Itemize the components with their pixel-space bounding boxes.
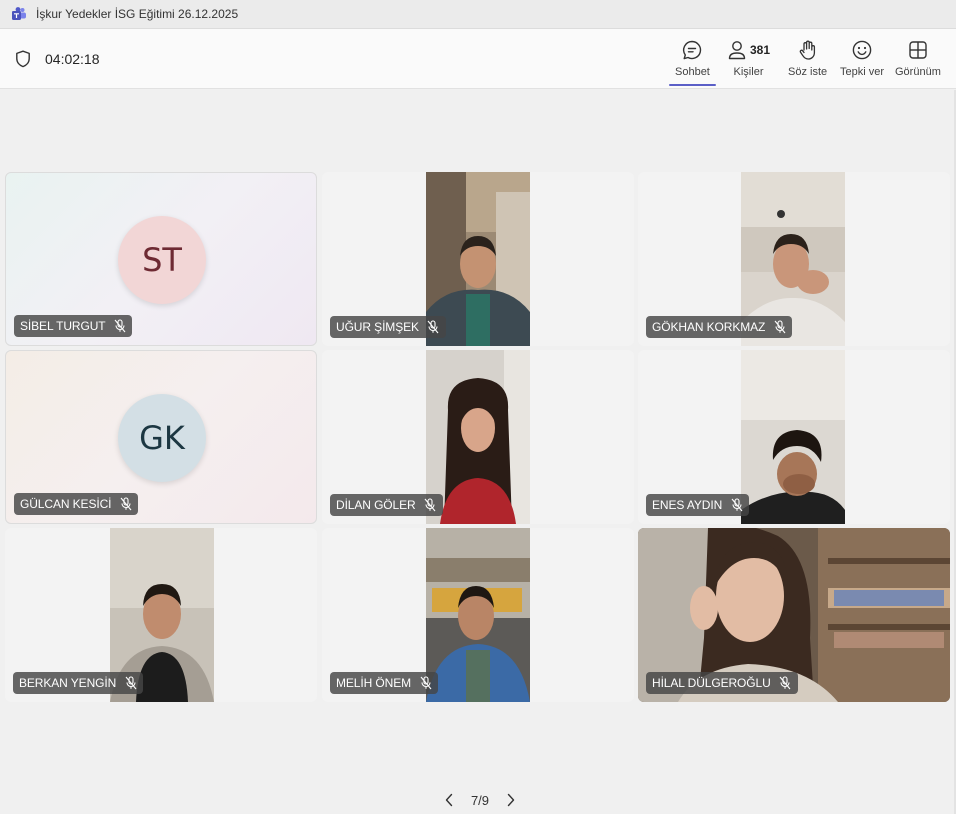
participant-tile[interactable]: ST SİBEL TURGUT [5,172,317,346]
participant-name: UĞUR ŞİMŞEK [336,320,419,334]
participant-tile[interactable]: DİLAN GÖLER [322,350,634,524]
chat-button[interactable]: Sohbet [669,38,716,86]
meeting-timer: 04:02:18 [45,51,100,67]
name-tag: ENES AYDIN [646,494,750,516]
prev-page-icon[interactable] [440,791,458,809]
grid-view-icon [907,38,929,62]
mic-off-icon [779,676,792,690]
video-feed [426,528,530,702]
mic-off-icon [419,676,432,690]
gallery-pager: 7/9 [440,790,520,810]
title-bar: İşkur Yedekler İSG Eğitimi 26.12.2025 [0,0,956,29]
name-tag: DİLAN GÖLER [330,494,443,516]
smiley-icon [851,38,873,62]
participant-name: ENES AYDIN [652,498,723,512]
participant-name: GÜLCAN KESİCİ [20,497,112,511]
view-button[interactable]: Görünüm [895,38,941,86]
window-title: İşkur Yedekler İSG Eğitimi 26.12.2025 [36,7,239,21]
people-icon [728,41,746,60]
teams-icon [11,6,27,22]
avatar: GK [118,394,206,482]
participant-tile[interactable]: HİLAL DÜLGEROĞLU [638,528,950,702]
participant-tile[interactable]: GÖKHAN KORKMAZ [638,172,950,346]
participant-tile[interactable]: MELİH ÖNEM [322,528,634,702]
name-tag: HİLAL DÜLGEROĞLU [646,672,798,694]
name-tag: GÖKHAN KORKMAZ [646,316,793,338]
participant-name: MELİH ÖNEM [336,676,412,690]
people-label: Kişiler [733,66,764,78]
participant-tile[interactable]: GK GÜLCAN KESİCİ [5,350,317,524]
name-tag: UĞUR ŞİMŞEK [330,316,446,338]
mic-off-icon [113,319,126,333]
chat-label: Sohbet [675,66,710,78]
chat-icon [681,38,703,62]
raise-hand-label: Söz iste [788,66,828,78]
participant-name: GÖKHAN KORKMAZ [652,320,766,334]
name-tag: MELİH ÖNEM [330,672,439,694]
participant-tile[interactable]: BERKAN YENGİN [5,528,317,702]
raise-hand-button[interactable]: Söz iste [788,38,827,86]
name-tag: SİBEL TURGUT [14,315,133,337]
name-tag: BERKAN YENGİN [13,672,144,694]
name-tag: GÜLCAN KESİCİ [14,493,139,515]
mic-off-icon [773,320,786,334]
page-indicator: 7/9 [470,792,490,808]
mic-off-icon [119,497,132,511]
avatar: ST [118,216,206,304]
shield-icon[interactable] [15,50,31,68]
next-page-icon[interactable] [502,791,520,809]
participant-name: DİLAN GÖLER [336,498,416,512]
active-tab-indicator [669,84,716,86]
video-stage: ST SİBEL TURGUT UĞUR ŞİMŞEK GÖKHAN KORKM… [0,90,956,814]
participant-name: SİBEL TURGUT [20,319,106,333]
mic-off-icon [124,676,137,690]
participant-name: BERKAN YENGİN [19,676,117,690]
react-label: Tepki ver [840,66,885,78]
mic-off-icon [427,320,440,334]
video-feed [741,350,845,524]
people-button[interactable]: 381 Kişiler [727,38,770,86]
participant-count: 381 [750,43,771,57]
mic-off-icon [424,498,437,512]
meeting-toolbar: 04:02:18 Sohbet 381 Kişiler Söz iste Tep… [0,29,956,89]
raise-hand-icon [797,38,819,62]
people-icon-group: 381 [727,38,770,62]
react-button[interactable]: Tepki ver [840,38,884,86]
view-label: Görünüm [895,66,941,78]
participant-name: HİLAL DÜLGEROĞLU [652,676,771,690]
participant-tile[interactable]: UĞUR ŞİMŞEK [322,172,634,346]
mic-off-icon [730,498,743,512]
participant-tile[interactable]: ENES AYDIN [638,350,950,524]
